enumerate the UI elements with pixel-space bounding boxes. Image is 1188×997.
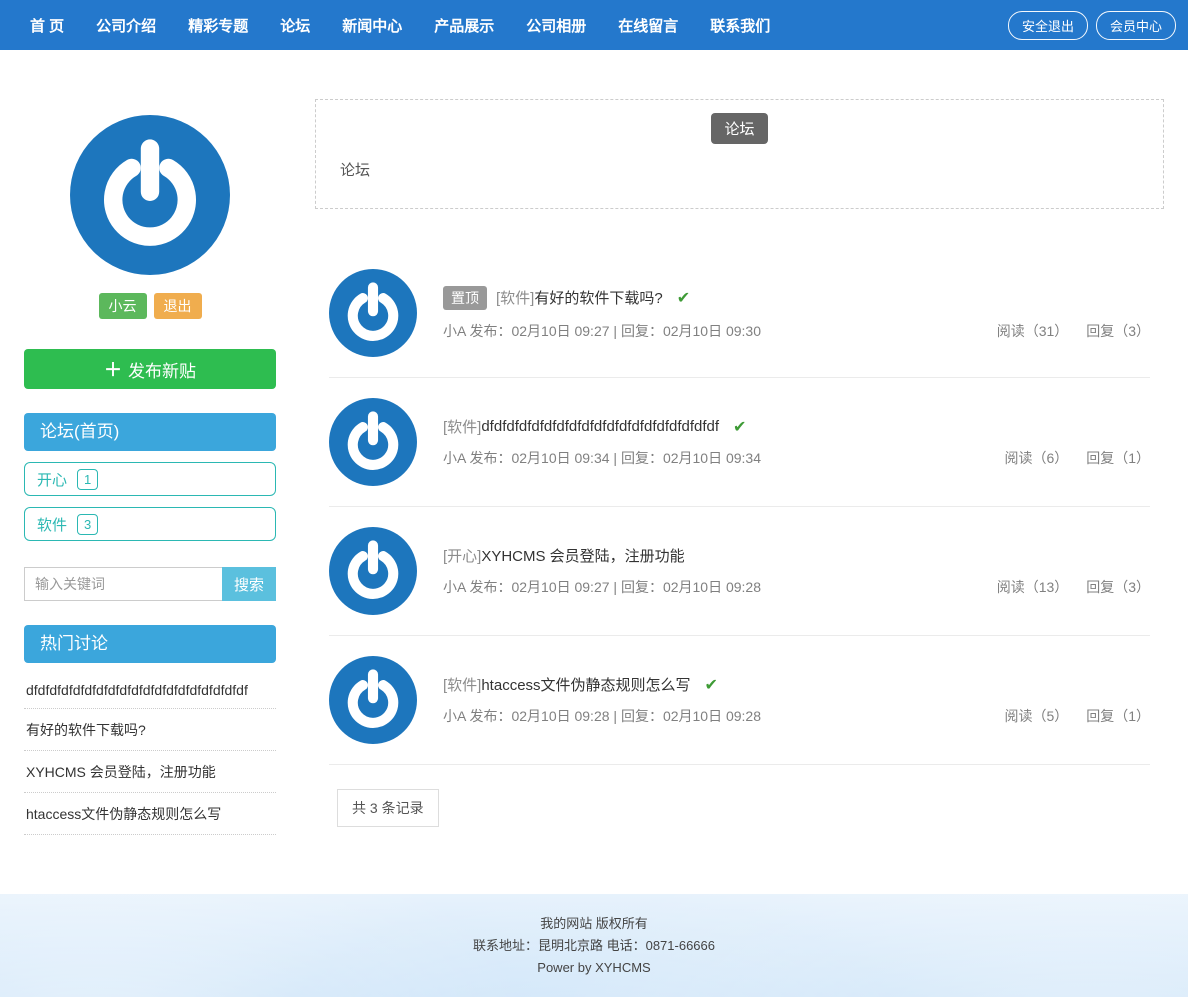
hot-list-item[interactable]: dfdfdfdfdfdfdfdfdfdfdfdfdfdfdfdfdfdfdf — [24, 671, 276, 709]
footer-powered-by: Power by XYHCMS — [537, 960, 651, 975]
forum-title-badge: 论坛 — [711, 113, 768, 144]
nav-item-company-intro[interactable]: 公司介绍 — [96, 15, 156, 36]
user-avatar-box: 小云 退出 — [24, 115, 276, 319]
category-count-badge: 3 — [77, 513, 99, 535]
hot-list-item[interactable]: XYHCMS 会员登陆，注册功能 — [24, 751, 276, 793]
footer-contact: 联系地址：昆明北京路 电话：0871-66666 — [472, 938, 715, 953]
forum-intro-box: 论坛 论坛 — [315, 99, 1164, 209]
hot-list-item[interactable]: 有好的软件下载吗? — [24, 709, 276, 751]
post-read-count: 阅读（31） — [996, 322, 1069, 339]
post-reply-count: 回复（1） — [1086, 708, 1150, 724]
hot-list-item[interactable]: htaccess文件伪静态规则怎么写 — [24, 793, 276, 835]
post-row: [开心] XYHCMS 会员登陆，注册功能 小A 发布：02月10日 09:27… — [329, 507, 1150, 636]
post-stats: 阅读（6） 回复（1） — [991, 448, 1150, 468]
post-title-link[interactable]: 有好的软件下载吗? — [534, 287, 662, 308]
post-reply-count: 回复（1） — [1086, 450, 1150, 466]
post-avatar-power-icon — [329, 656, 417, 744]
username-badge: 小云 — [98, 293, 147, 319]
user-avatar-power-icon — [70, 115, 230, 275]
nav-item-photo-album[interactable]: 公司相册 — [526, 15, 586, 36]
new-post-button[interactable]: ＋ 发布新贴 — [24, 349, 276, 389]
nav-item-products[interactable]: 产品展示 — [434, 15, 494, 36]
post-avatar-power-icon — [329, 398, 417, 486]
nav-item-online-message[interactable]: 在线留言 — [618, 15, 678, 36]
post-read-count: 阅读（13） — [996, 579, 1069, 595]
sidebar-search: 搜索 — [24, 567, 276, 601]
category-item-software[interactable]: 软件 3 — [24, 507, 276, 541]
check-icon: ✔ — [676, 289, 691, 307]
post-row: 置顶 [软件] 有好的软件下载吗? ✔ 小A 发布：02月10日 09:27 |… — [329, 249, 1150, 378]
category-label: 开心 — [37, 471, 68, 489]
post-meta: 小A 发布：02月10日 09:28 | 回复：02月10日 09:28 — [443, 708, 762, 724]
main-content: 论坛 论坛 置顶 [软件] 有好的软件下载吗? ✔ 小A 发布：02月10日 0… — [315, 99, 1164, 827]
search-button[interactable]: 搜索 — [222, 567, 276, 601]
forum-home-header[interactable]: 论坛(首页) — [24, 413, 276, 451]
post-read-count: 阅读（6） — [1004, 450, 1069, 466]
nav-item-news-center[interactable]: 新闻中心 — [342, 15, 402, 36]
top-navbar: 首 页 公司介绍 精彩专题 论坛 新闻中心 产品展示 公司相册 在线留言 联系我… — [0, 0, 1188, 50]
page-footer: 我的网站 版权所有 联系地址：昆明北京路 电话：0871-66666 Power… — [0, 894, 1188, 997]
new-post-button-label: 发布新贴 — [128, 361, 196, 381]
category-label: 软件 — [37, 516, 68, 534]
pinned-badge: 置顶 — [443, 285, 487, 310]
post-row: [软件] htaccess文件伪静态规则怎么写 ✔ 小A 发布：02月10日 0… — [329, 636, 1150, 765]
post-title-link[interactable]: XYHCMS 会员登陆，注册功能 — [481, 545, 684, 566]
nav-menu: 首 页 公司介绍 精彩专题 论坛 新闻中心 产品展示 公司相册 在线留言 联系我… — [30, 15, 1008, 36]
post-avatar-power-icon — [329, 527, 417, 615]
post-stats: 阅读（13） 回复（3） — [983, 577, 1150, 597]
nav-item-home[interactable]: 首 页 — [30, 15, 64, 36]
post-title-link[interactable]: dfdfdfdfdfdfdfdfdfdfdfdfdfdfdfdfdfdfdf — [481, 418, 719, 435]
post-category-tag: [开心] — [443, 548, 482, 565]
breadcrumb: 论坛 — [340, 162, 371, 179]
post-meta: 小A 发布：02月10日 09:27 | 回复：02月10日 09:28 — [443, 579, 762, 595]
post-reply-count: 回复（3） — [1086, 579, 1150, 595]
post-stats: 阅读（31） 回复（3） — [983, 321, 1150, 341]
nav-item-forum[interactable]: 论坛 — [280, 15, 310, 36]
sidebar: 小云 退出 ＋ 发布新贴 论坛(首页) 开心 1 软件 3 搜索 热门讨论 df… — [24, 99, 276, 835]
post-meta: 小A 发布：02月10日 09:27 | 回复：02月10日 09:30 — [443, 322, 762, 339]
search-input[interactable] — [24, 567, 222, 601]
category-count-badge: 1 — [77, 468, 99, 490]
nav-item-featured-topics[interactable]: 精彩专题 — [188, 15, 248, 36]
post-category-tag: [软件] — [496, 290, 535, 307]
check-icon: ✔ — [733, 418, 747, 436]
post-row: [软件] dfdfdfdfdfdfdfdfdfdfdfdfdfdfdfdfdfd… — [329, 378, 1150, 507]
post-avatar-power-icon — [329, 269, 417, 357]
check-icon: ✔ — [704, 676, 718, 694]
post-title-link[interactable]: htaccess文件伪静态规则怎么写 — [481, 674, 690, 695]
post-list: 置顶 [软件] 有好的软件下载吗? ✔ 小A 发布：02月10日 09:27 |… — [315, 249, 1164, 765]
records-count-box: 共 3 条记录 — [337, 789, 439, 827]
post-meta: 小A 发布：02月10日 09:34 | 回复：02月10日 09:34 — [443, 450, 762, 466]
hot-discussions-list: dfdfdfdfdfdfdfdfdfdfdfdfdfdfdfdfdfdfdf 有… — [24, 671, 276, 835]
post-reply-count: 回复（3） — [1086, 322, 1150, 339]
post-category-tag: [软件] — [443, 419, 482, 436]
nav-item-contact-us[interactable]: 联系我们 — [710, 15, 770, 36]
category-item-happy[interactable]: 开心 1 — [24, 462, 276, 496]
post-category-tag: [软件] — [443, 677, 482, 694]
hot-discussions-header: 热门讨论 — [24, 625, 276, 663]
plus-icon: ＋ — [104, 360, 122, 380]
post-stats: 阅读（5） 回复（1） — [991, 706, 1150, 726]
safe-logout-button[interactable]: 安全退出 — [1007, 10, 1088, 40]
member-center-button[interactable]: 会员中心 — [1095, 10, 1176, 40]
logout-badge[interactable]: 退出 — [153, 293, 202, 319]
nav-account-actions: 安全退出 会员中心 — [1007, 10, 1176, 40]
footer-copyright: 我的网站 版权所有 — [540, 916, 648, 931]
post-read-count: 阅读（5） — [1004, 708, 1069, 724]
